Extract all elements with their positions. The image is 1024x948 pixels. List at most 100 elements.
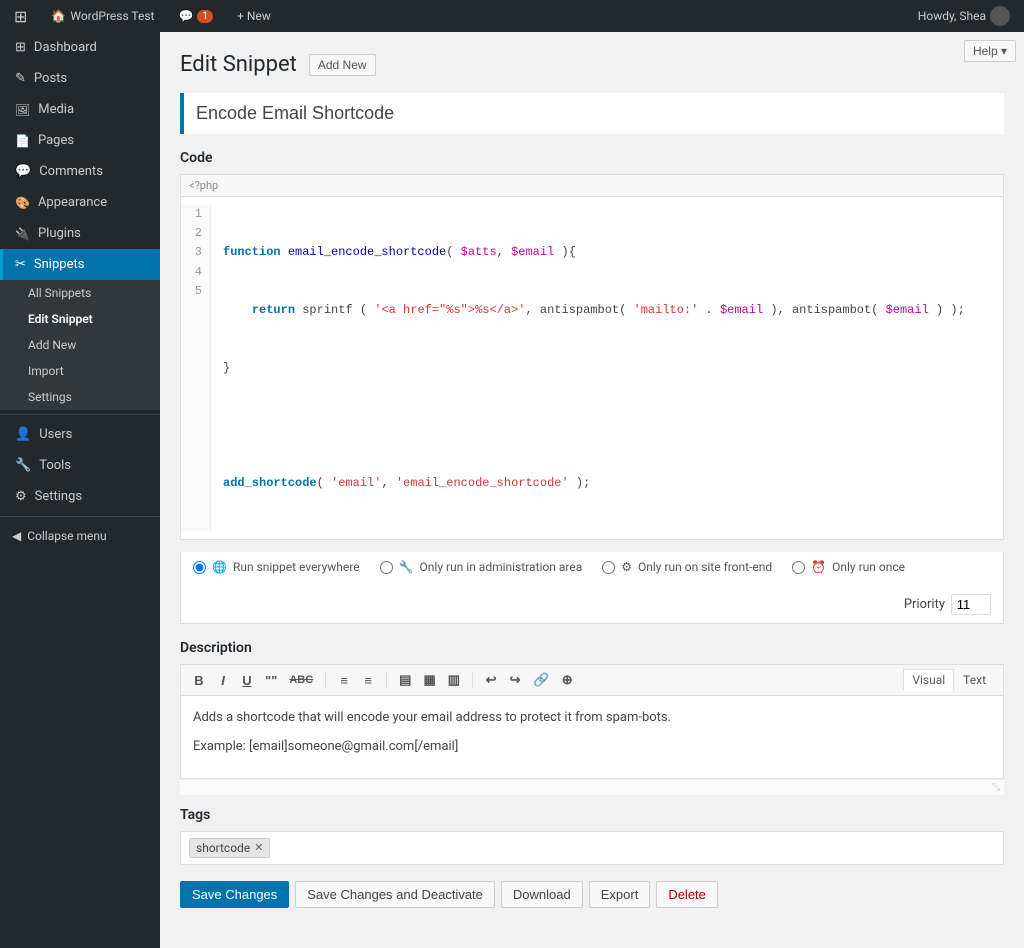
dashboard-icon: ⊞ (15, 40, 26, 55)
redo-button[interactable]: ↪ (505, 670, 525, 690)
run-option-everywhere[interactable]: 🌐 Run snippet everywhere (193, 560, 360, 574)
media-label: Media (38, 102, 74, 117)
new-content-button[interactable]: + New (231, 0, 277, 32)
tab-text[interactable]: Text (954, 669, 995, 691)
underline-button[interactable]: U (237, 671, 257, 690)
howdy-button[interactable]: Howdy, Shea (912, 0, 1016, 32)
action-buttons: Save Changes Save Changes and Deactivate… (180, 881, 1004, 908)
tags-text-input[interactable] (276, 840, 995, 855)
collapse-menu-button[interactable]: ◀ Collapse menu (0, 521, 160, 551)
main-content: Help ▾ Edit Snippet Add New Code <?php 1… (160, 32, 1024, 948)
save-deactivate-button[interactable]: Save Changes and Deactivate (295, 881, 495, 908)
blockquote-button[interactable]: "" (261, 671, 281, 690)
sidebar-item-comments[interactable]: 💬 Comments (0, 156, 160, 187)
priority-label: Priority (904, 597, 945, 612)
export-button[interactable]: Export (589, 881, 651, 908)
submenu-settings[interactable]: Settings (0, 384, 160, 410)
tag-remove-button[interactable]: ✕ (254, 841, 263, 854)
sidebar-item-appearance[interactable]: 🎨 Appearance (0, 187, 160, 218)
snippets-label: Snippets (34, 257, 85, 272)
del-button[interactable]: ABC (285, 672, 317, 688)
site-name-icon: 🏠 (51, 9, 66, 23)
more-button[interactable]: ⊕ (557, 670, 577, 690)
plugins-icon: 🔌 (15, 227, 30, 241)
new-content-label: + New (237, 9, 271, 23)
snippet-title-input[interactable] (180, 93, 1004, 134)
editor-tabs: Visual Text (903, 669, 995, 691)
sidebar-item-snippets[interactable]: ✂ Snippets (0, 249, 160, 280)
run-options: 🌐 Run snippet everywhere 🔧 Only run in a… (180, 552, 1004, 624)
avatar-icon (990, 6, 1010, 26)
run-frontend-label: Only run on site front-end (638, 560, 772, 574)
comments-nav-label: Comments (39, 164, 103, 179)
delete-button[interactable]: Delete (656, 881, 718, 908)
howdy-label: Howdy, Shea (918, 9, 986, 23)
snippets-icon: ✂ (15, 257, 26, 272)
sidebar-item-media[interactable]: 🖼 Media (0, 94, 160, 125)
tags-input-area[interactable]: shortcode ✕ (180, 831, 1004, 865)
wp-logo-button[interactable]: ⊞ (8, 0, 33, 32)
align-center-button[interactable]: ▦ (419, 670, 439, 690)
comments-nav-icon: 💬 (15, 164, 31, 179)
toolbar-divider-1 (325, 672, 326, 688)
sidebar-item-plugins[interactable]: 🔌 Plugins (0, 218, 160, 249)
italic-button[interactable]: I (213, 671, 233, 690)
settings-label: Settings (35, 489, 82, 504)
resize-handle[interactable]: ⤡ (180, 779, 1004, 795)
sidebar-item-tools[interactable]: 🔧 Tools (0, 450, 160, 481)
ul-button[interactable]: ≡ (334, 671, 354, 690)
add-new-button[interactable]: Add New (309, 54, 376, 76)
help-button[interactable]: Help ▾ (964, 40, 1016, 62)
submenu-edit-snippet[interactable]: Edit Snippet (0, 306, 160, 332)
posts-label: Posts (34, 71, 67, 86)
page-header: Edit Snippet Add New (180, 52, 1004, 77)
run-option-once[interactable]: ⏰ Only run once (792, 560, 905, 574)
submenu-add-new[interactable]: Add New (0, 332, 160, 358)
wp-logo-icon: ⊞ (14, 7, 27, 26)
settings-icon: ⚙ (15, 489, 27, 504)
undo-button[interactable]: ↩ (481, 670, 501, 690)
sidebar-item-settings[interactable]: ⚙ Settings (0, 481, 160, 512)
ol-button[interactable]: ≡ (358, 671, 378, 690)
toolbar-divider-2 (386, 672, 387, 688)
site-name-button[interactable]: 🏠 WordPress Test (45, 0, 160, 32)
submenu-all-snippets[interactable]: All Snippets (0, 280, 160, 306)
description-line2: Example: [email]someone@gmail.com[/email… (193, 737, 991, 758)
priority-area: Priority (904, 594, 991, 615)
link-button[interactable]: 🔗 (529, 670, 553, 690)
line-numbers: 1 2 3 4 5 (181, 205, 211, 531)
description-line1: Adds a shortcode that will encode your e… (193, 708, 991, 729)
code-content[interactable]: function email_encode_shortcode( $atts, … (211, 205, 1003, 531)
run-once-label: Only run once (832, 560, 905, 574)
sidebar-item-dashboard[interactable]: ⊞ Dashboard (0, 32, 160, 63)
code-area[interactable]: 1 2 3 4 5 function email_encode_shortcod… (181, 197, 1003, 539)
tools-label: Tools (39, 458, 71, 473)
media-icon: 🖼 (15, 103, 30, 117)
page-title: Edit Snippet (180, 52, 297, 77)
bold-button[interactable]: B (189, 671, 209, 690)
sidebar-item-pages[interactable]: 📄 Pages (0, 125, 160, 156)
save-changes-button[interactable]: Save Changes (180, 881, 289, 908)
php-tag: <?php (189, 179, 218, 192)
align-right-button[interactable]: ▥ (444, 670, 464, 690)
sidebar: ⊞ Dashboard ✎ Posts 🖼 Media 📄 Pages 💬 Co… (0, 32, 160, 948)
appearance-label: Appearance (38, 195, 107, 210)
run-option-admin[interactable]: 🔧 Only run in administration area (380, 560, 583, 574)
collapse-label: Collapse menu (27, 529, 106, 543)
run-option-frontend[interactable]: ⚙ Only run on site front-end (602, 560, 772, 574)
download-button[interactable]: Download (501, 881, 583, 908)
sidebar-item-users[interactable]: 👤 Users (0, 419, 160, 450)
tab-visual[interactable]: Visual (903, 669, 954, 691)
clock-icon: ⏰ (811, 560, 826, 574)
comments-button[interactable]: 💬 1 (172, 0, 219, 32)
align-left-button[interactable]: ▤ (395, 670, 415, 690)
comments-badge: 1 (197, 10, 213, 23)
sidebar-item-posts[interactable]: ✎ Posts (0, 63, 160, 94)
gear-icon: ⚙ (621, 560, 632, 574)
run-admin-label: Only run in administration area (420, 560, 583, 574)
tools-icon: 🔧 (15, 458, 31, 473)
site-name-label: WordPress Test (70, 9, 154, 23)
submenu-import[interactable]: Import (0, 358, 160, 384)
priority-input[interactable] (951, 594, 991, 615)
description-editor[interactable]: Adds a shortcode that will encode your e… (180, 696, 1004, 779)
